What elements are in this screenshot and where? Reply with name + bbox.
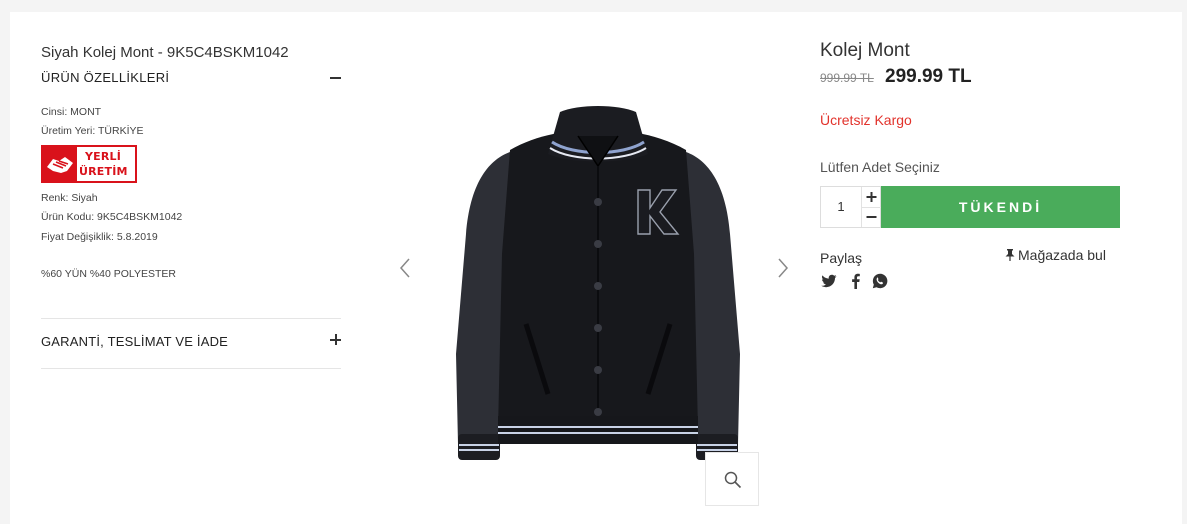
warranty-accordion-header[interactable]: GARANTİ, TESLİMAT VE İADE	[41, 334, 341, 349]
local-production-badge: YERLİ ÜRETİM	[41, 145, 137, 183]
badge-line2: ÜRETİM	[79, 165, 128, 178]
features-heading: ÜRÜN ÖZELLİKLERİ	[41, 70, 170, 85]
divider	[41, 318, 341, 319]
free-shipping-label: Ücretsiz Kargo	[820, 112, 912, 128]
spec-type: Cinsi: MONT	[41, 106, 102, 118]
zoom-icon	[724, 471, 742, 489]
product-name: Kolej Mont	[820, 40, 910, 61]
spec-code: Ürün Kodu: 9K5C4BSKM1042	[41, 211, 183, 223]
collapse-minus-icon[interactable]	[330, 77, 341, 79]
quantity-input[interactable]: 1	[821, 187, 861, 227]
quantity-decrease-button[interactable]	[862, 207, 881, 227]
handshake-icon	[43, 147, 77, 181]
expand-plus-icon[interactable]	[330, 334, 341, 345]
chevron-left-icon[interactable]	[398, 256, 412, 280]
quantity-stepper: 1	[820, 186, 881, 228]
spec-price-change: Fiyat Değişiklik: 5.8.2019	[41, 231, 158, 243]
whatsapp-icon[interactable]	[872, 273, 888, 289]
product-full-title: Siyah Kolej Mont - 9K5C4BSKM1042	[41, 44, 289, 61]
old-price: 999.99 TL	[820, 71, 874, 85]
warranty-heading: GARANTİ, TESLİMAT VE İADE	[41, 334, 229, 349]
divider	[41, 368, 341, 369]
spec-material: %60 YÜN %40 POLYESTER	[41, 268, 177, 280]
product-card: Siyah Kolej Mont - 9K5C4BSKM1042 ÜRÜN ÖZ…	[10, 12, 1182, 524]
zoom-button[interactable]	[705, 452, 759, 506]
twitter-icon[interactable]	[821, 273, 837, 289]
quantity-label: Lütfen Adet Seçiniz	[820, 159, 940, 175]
features-accordion-header[interactable]: ÜRÜN ÖZELLİKLERİ	[41, 70, 341, 85]
current-price: 299.99 TL	[885, 66, 972, 87]
badge-line1: YERLİ	[85, 150, 122, 163]
sold-out-button[interactable]: TÜKENDİ	[881, 186, 1120, 228]
find-in-store-label: Mağazada bul	[1018, 247, 1106, 263]
quantity-increase-button[interactable]	[862, 187, 881, 207]
facebook-icon[interactable]	[848, 273, 864, 289]
product-image[interactable]	[448, 94, 748, 460]
find-in-store-link[interactable]: Mağazada bul	[1005, 247, 1106, 263]
share-label: Paylaş	[820, 250, 863, 266]
spec-color: Renk: Siyah	[41, 192, 98, 204]
spec-origin: Üretim Yeri: TÜRKİYE	[41, 125, 144, 137]
chevron-right-icon[interactable]	[776, 256, 790, 280]
pin-icon	[1005, 249, 1015, 261]
